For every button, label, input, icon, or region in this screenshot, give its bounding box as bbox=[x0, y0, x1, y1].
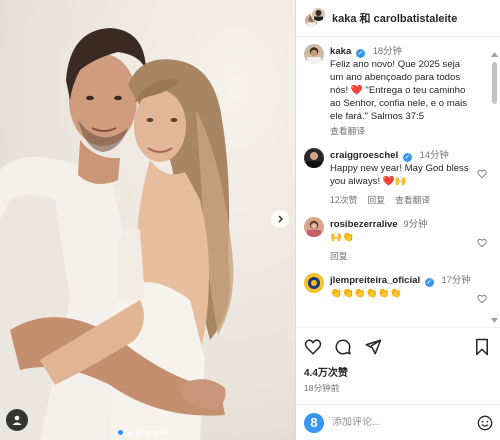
carousel-dots bbox=[118, 430, 168, 435]
carousel-dot bbox=[163, 430, 168, 435]
avatar[interactable] bbox=[304, 148, 324, 168]
comment-time: 17分钟 bbox=[441, 274, 471, 285]
comment-time: 9分钟 bbox=[403, 218, 428, 229]
comment-item: jlempreiteira_oficial ✓ 17分钟 👏👏👏👏👏👏 bbox=[296, 273, 500, 304]
heart-icon[interactable] bbox=[477, 238, 487, 248]
comment-composer: 8 bbox=[296, 404, 500, 440]
avatar bbox=[311, 7, 326, 22]
post-sidebar: kaka 和 carolbatistaleite kaka ✓ 18分钟 Fel… bbox=[295, 0, 500, 440]
comment-username[interactable]: jlempreiteira_oficial bbox=[330, 275, 420, 286]
collab-avatars[interactable] bbox=[304, 7, 326, 29]
caption-body: kaka ✓ 18分钟 Feliz ano novo! Que 2025 sej… bbox=[330, 44, 493, 138]
post-header: kaka 和 carolbatistaleite bbox=[296, 0, 500, 37]
verified-icon: ✓ bbox=[424, 278, 434, 287]
comment-item: rosibezerralive 9分钟 🙌👏 回复 bbox=[296, 217, 500, 263]
scroll-up-icon[interactable] bbox=[491, 52, 498, 58]
comment-username[interactable]: craiggroeschel bbox=[330, 150, 398, 161]
caption-username[interactable]: kaka bbox=[330, 46, 351, 57]
comment-username[interactable]: rosibezerralive bbox=[330, 219, 398, 230]
comment-time: 14分钟 bbox=[419, 149, 449, 160]
reply-button[interactable]: 回复 bbox=[330, 250, 348, 263]
post-photo[interactable] bbox=[0, 0, 295, 440]
couple-photo bbox=[0, 28, 234, 440]
comment-item: craiggroeschel ✓ 14分钟 Happy new year! Ma… bbox=[296, 148, 500, 207]
carousel-dot-active bbox=[118, 430, 123, 435]
comment-body: craiggroeschel ✓ 14分钟 Happy new year! Ma… bbox=[330, 148, 493, 207]
avatar[interactable] bbox=[304, 44, 324, 64]
share-icon[interactable] bbox=[364, 338, 382, 356]
comment-text: 🙌👏 bbox=[330, 232, 354, 243]
carousel-dot bbox=[127, 430, 132, 435]
scroll-thumb[interactable] bbox=[492, 62, 497, 104]
comment-input[interactable] bbox=[332, 417, 462, 428]
tagged-users-button[interactable] bbox=[6, 409, 28, 431]
avatar[interactable] bbox=[304, 273, 324, 293]
verified-icon: ✓ bbox=[402, 153, 412, 162]
translate-link[interactable]: 查看翻译 bbox=[330, 125, 365, 138]
carousel-dot bbox=[145, 430, 150, 435]
comment-body: jlempreiteira_oficial ✓ 17分钟 👏👏👏👏👏👏 bbox=[330, 273, 493, 300]
comment-text: 👏👏👏👏👏👏 bbox=[330, 288, 402, 299]
translate-link[interactable]: 查看翻译 bbox=[395, 194, 430, 207]
comment-likes[interactable]: 12次赞 bbox=[330, 194, 357, 207]
post-timestamp: 18分钟前 bbox=[304, 383, 340, 393]
instagram-post: kaka 和 carolbatistaleite kaka ✓ 18分钟 Fel… bbox=[0, 0, 500, 440]
caption-time: 18分钟 bbox=[372, 45, 402, 56]
scroll-down-icon[interactable] bbox=[491, 318, 498, 324]
comments-scrollbar[interactable] bbox=[491, 52, 498, 324]
post-authors[interactable]: kaka 和 carolbatistaleite bbox=[332, 10, 457, 26]
post-actions: 4.4万次赞 18分钟前 bbox=[296, 327, 500, 394]
avatar[interactable] bbox=[304, 217, 324, 237]
bookmark-icon[interactable] bbox=[473, 338, 491, 356]
comment-icon[interactable] bbox=[334, 338, 352, 356]
like-count[interactable]: 4.4万次赞 bbox=[304, 364, 493, 379]
carousel-dot bbox=[154, 430, 159, 435]
user-tag-icon bbox=[12, 415, 22, 425]
carousel-dot bbox=[136, 430, 141, 435]
emoji-icon[interactable] bbox=[477, 415, 493, 431]
current-user-avatar: 8 bbox=[304, 412, 324, 433]
heart-icon[interactable] bbox=[477, 294, 487, 304]
caption-text: Feliz ano novo! Que 2025 seja um ano abe… bbox=[330, 59, 468, 122]
verified-icon: ✓ bbox=[356, 49, 366, 58]
heart-icon[interactable] bbox=[477, 169, 487, 179]
comment-list[interactable]: kaka ✓ 18分钟 Feliz ano novo! Que 2025 sej… bbox=[296, 44, 500, 324]
next-photo-button[interactable] bbox=[271, 210, 289, 228]
heart-icon[interactable] bbox=[304, 338, 322, 356]
comment-text: Happy new year! May God bless you always… bbox=[330, 163, 469, 187]
reply-button[interactable]: 回复 bbox=[367, 194, 385, 207]
caption: kaka ✓ 18分钟 Feliz ano novo! Que 2025 sej… bbox=[296, 44, 500, 138]
chevron-right-icon bbox=[278, 215, 283, 223]
comment-body: rosibezerralive 9分钟 🙌👏 回复 bbox=[330, 217, 493, 263]
